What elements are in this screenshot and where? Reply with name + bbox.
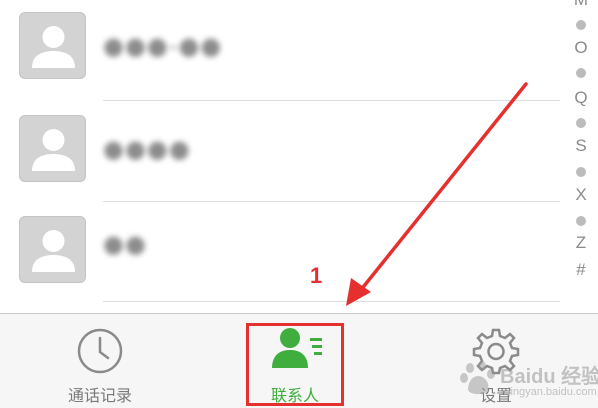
watermark-text: Baidu 经验	[500, 366, 598, 388]
paw-logo-icon	[460, 361, 495, 395]
watermark: Baidu 经验 jingyan.baidu.com	[456, 356, 598, 404]
watermark-url: jingyan.baidu.com	[508, 386, 597, 398]
annotation-step-number: 1	[310, 263, 323, 288]
annotation-highlight-box	[246, 323, 344, 406]
